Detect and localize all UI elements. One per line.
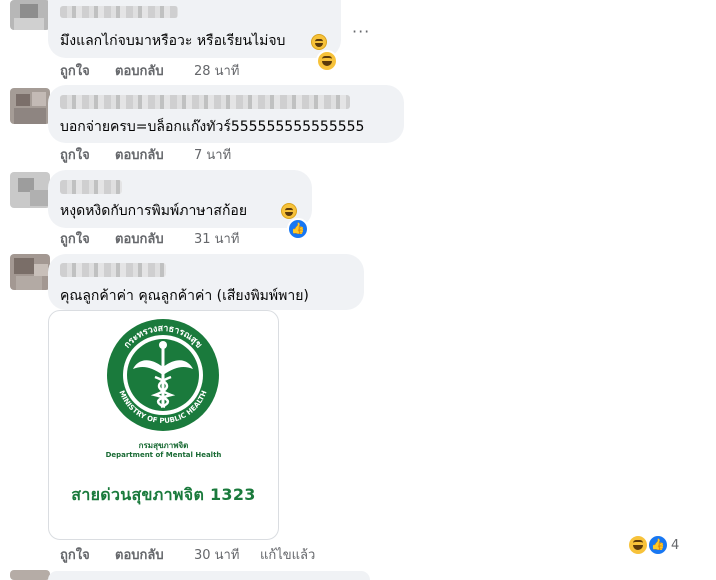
moph-logo: กระทรวงสาธารณสุข MINISTRY OF PUBLIC HEAL… [107,319,219,431]
like-link[interactable]: ถูกใจ [60,232,90,248]
more-options-icon[interactable]: ··· [352,22,370,41]
grin-emoji [281,203,297,219]
comment-text: คุณลูกค้าค่า คุณลูกค้าค่า (เสียงพิมพ์พาย… [60,288,309,304]
comment-actions: ถูกใจ ตอบกลับ 7 นาที [60,148,280,164]
like-reaction-icon[interactable]: 👍 [647,534,669,556]
like-reaction-icon[interactable]: 👍 [287,218,309,240]
avatar[interactable] [10,254,50,290]
timestamp[interactable]: 7 นาที [194,148,231,164]
avatar[interactable] [10,172,50,208]
comment-actions: ถูกใจ ตอบกลับ 30 นาที แก้ไขแล้ว [60,548,360,564]
reaction-count[interactable]: 4 [671,538,679,553]
hotline-text: สายด่วนสุขภาพจิต 1323 [71,485,256,504]
like-link[interactable]: ถูกใจ [60,64,90,80]
commenter-name-blurred[interactable] [60,95,350,109]
like-link[interactable]: ถูกใจ [60,548,90,564]
timestamp[interactable]: 31 นาที [194,232,239,248]
comment-text: หงุดหงิดกับการพิมพ์ภาษาสก้อย [60,203,248,219]
haha-reaction-icon[interactable] [316,50,338,72]
reply-link[interactable]: ตอบกลับ [115,548,164,564]
comment-text: มึงแลกไก่จบมาหรือวะ หรือเรียนไม่จบ [60,33,286,49]
commenter-name-blurred[interactable] [60,6,178,18]
edited-label[interactable]: แก้ไขแล้ว [260,548,315,564]
comment-actions: ถูกใจ ตอบกลับ 28 นาที [60,64,280,80]
commenter-name-blurred[interactable] [60,263,166,277]
haha-reaction-icon[interactable] [627,534,649,556]
dept-english-label: Department of Mental Health [105,451,222,459]
reply-link[interactable]: ตอบกลับ [115,148,164,164]
timestamp[interactable]: 30 นาที [194,548,239,564]
grin-emoji [311,34,327,50]
avatar[interactable] [10,88,50,124]
commenter-name-blurred[interactable] [60,180,122,194]
avatar[interactable] [10,570,50,580]
timestamp[interactable]: 28 นาที [194,64,239,80]
comment-text: บอกจ่ายครบ=บล็อกแก๊งทัวร์555555555555555 [60,119,365,135]
reply-link[interactable]: ตอบกลับ [115,232,164,248]
image-attachment[interactable]: กระทรวงสาธารณสุข MINISTRY OF PUBLIC HEAL… [48,310,279,540]
comment-actions: ถูกใจ ตอบกลับ 31 นาที [60,232,280,248]
comment-bubble [48,571,370,580]
reply-link[interactable]: ตอบกลับ [115,64,164,80]
avatar[interactable] [10,0,50,30]
like-link[interactable]: ถูกใจ [60,148,90,164]
